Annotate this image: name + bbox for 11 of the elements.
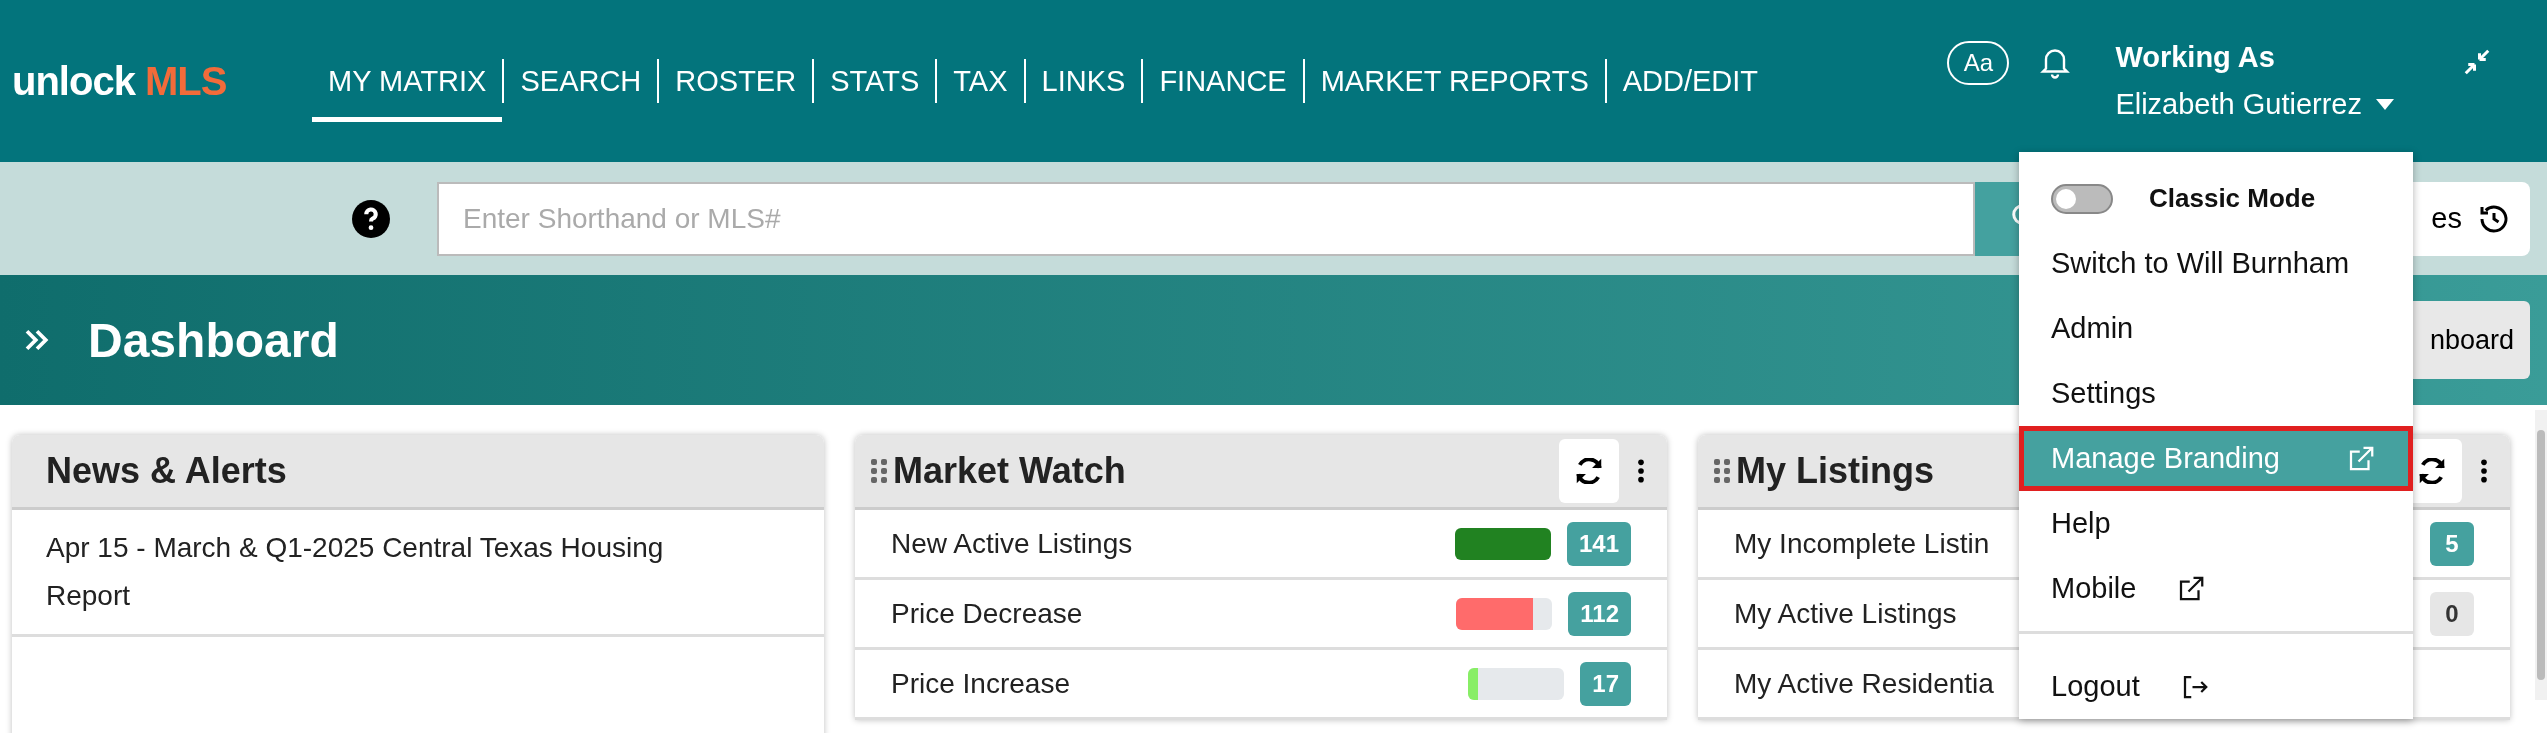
count-badge: 0	[2430, 591, 2474, 636]
count-badge: 141	[1566, 521, 1631, 566]
toggle-label: Classic Mode	[2149, 183, 2316, 214]
page-title: Dashboard	[88, 312, 339, 368]
count-badge: 5	[2430, 521, 2474, 566]
working-as-label: Working As	[2115, 41, 2276, 74]
count-badge: 17	[1580, 661, 1631, 706]
count-badge: 112	[1568, 591, 1631, 636]
widget-title: Market Watch	[893, 450, 1126, 492]
widget-title: My Listings	[1736, 450, 1935, 492]
widget-title: News & Alerts	[46, 450, 287, 492]
